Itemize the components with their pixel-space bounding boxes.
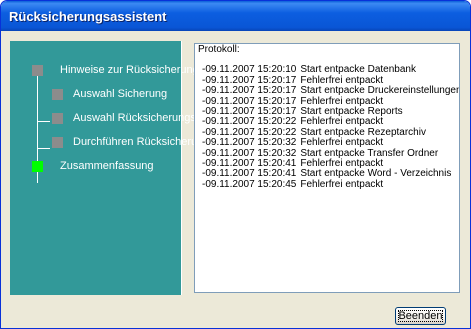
log-message: Fehlerfrei entpackt	[300, 158, 384, 170]
log-message: Start entpacke Transfer Ordner	[300, 147, 439, 159]
step-indicator-icon	[52, 136, 63, 148]
log-message: Fehlerfrei entpackt	[300, 137, 384, 149]
step-label: Zusammenfassung	[60, 160, 154, 172]
log-message: Fehlerfrei entpackt	[300, 74, 384, 86]
step-auswahl-ruecksicherungsart: Auswahl Rücksicherungsart	[32, 111, 209, 125]
step-indicator-icon	[52, 88, 63, 100]
step-auswahl-sicherung: Auswahl Sicherung	[32, 87, 167, 101]
protocol-log[interactable]: Protokoll: -09.11.2007 15:20:10 Start ent…	[194, 43, 460, 293]
step-label: Durchführen Rücksicherung	[73, 136, 210, 148]
log-message: Start entpacke Datenbank	[300, 64, 416, 76]
step-zusammenfassung: Zusammenfassung	[32, 159, 154, 173]
step-label: Auswahl Rücksicherungsart	[73, 112, 209, 124]
log-entry: -09.11.2007 15:20:45 Fehlerfrei entpackt	[198, 178, 456, 190]
steps-panel: Hinweise zur Rücksicherung Auswahl Siche…	[10, 41, 209, 295]
step-indicator-icon	[52, 112, 63, 124]
finish-button[interactable]: Beenden	[395, 307, 446, 325]
log-entries: -09.11.2007 15:20:10 Start entpacke Daten…	[198, 64, 459, 190]
step-durchfuehren: Durchführen Rücksicherung	[32, 135, 209, 149]
step-hinweise: Hinweise zur Rücksicherung	[32, 63, 199, 77]
log-message: Start entpacke Word - Verzeichnis	[300, 168, 452, 180]
finish-button-label: Beenden	[398, 310, 443, 322]
window-title: Rücksicherungsassistent	[9, 9, 167, 24]
log-message: Start entpacke Reports	[300, 106, 403, 118]
log-message: Fehlerfrei entpackt	[300, 178, 384, 190]
step-indicator-icon	[32, 64, 43, 76]
log-message: Fehlerfrei entpackt	[300, 95, 384, 107]
step-label: Hinweise zur Rücksicherung	[60, 64, 199, 76]
title-bar[interactable]: Rücksicherungsassistent	[1, 1, 470, 31]
log-message: Fehlerfrei entpackt	[300, 116, 384, 128]
log-message: Start entpacke Druckereinstellungen	[300, 85, 460, 97]
step-indicator-icon	[32, 160, 43, 172]
log-timestamp: -09.11.2007 15:20:45	[202, 178, 297, 190]
log-heading: Protokoll:	[198, 44, 240, 55]
step-label: Auswahl Sicherung	[73, 88, 168, 100]
log-message: Start entpacke Rezeptarchiv	[300, 126, 426, 138]
